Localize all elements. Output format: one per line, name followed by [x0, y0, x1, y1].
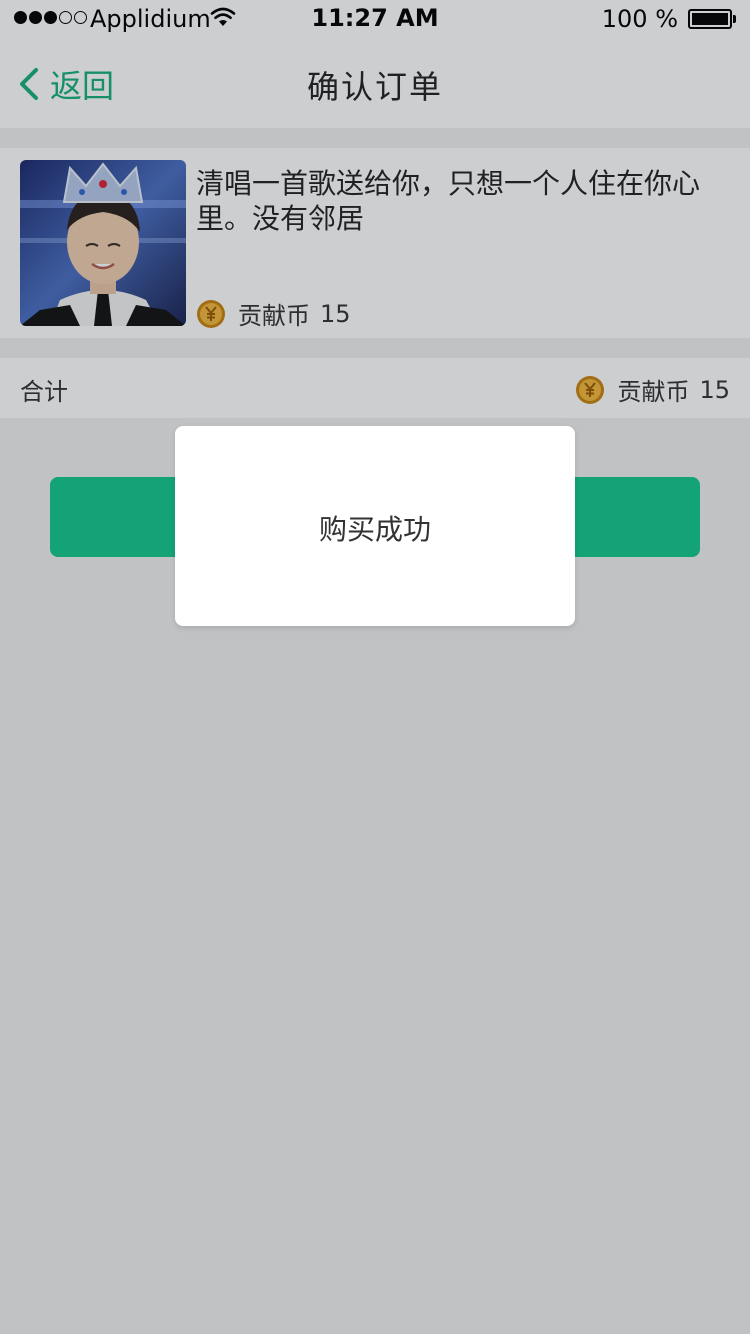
app-screen: Applidium 11:27 AM 100 % 返回 确认订单 清唱一首歌送给… [0, 0, 750, 1334]
modal-overlay[interactable] [0, 0, 750, 1334]
toast-message: 购买成功 [318, 513, 431, 546]
purchase-success-toast: 购买成功 [175, 426, 575, 626]
